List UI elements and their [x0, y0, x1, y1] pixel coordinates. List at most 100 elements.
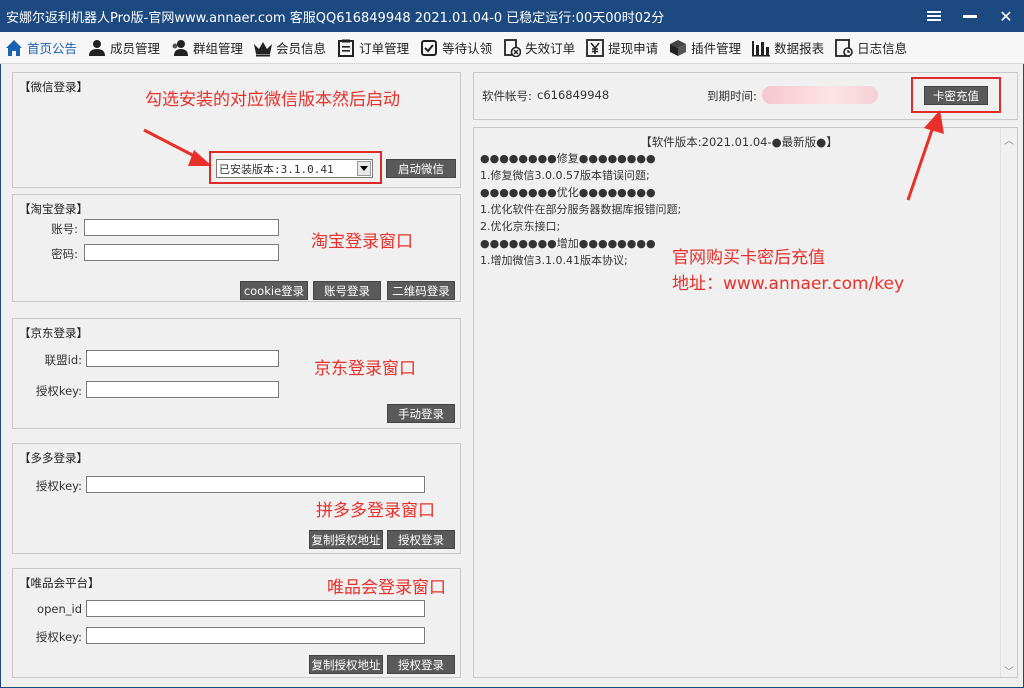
cube-icon: [668, 38, 688, 58]
tab-label: 失效订单: [525, 41, 576, 56]
tab-label: 群组管理: [193, 41, 244, 56]
tab-member-management[interactable]: 成员管理: [83, 32, 166, 64]
title-bar: 安娜尔返利机器人Pro版-官网www.annaer.com 客服QQ616849…: [0, 0, 1024, 32]
list-icon: [336, 38, 356, 58]
tab-label: 提现申请: [608, 41, 659, 56]
jd-union-id-input[interactable]: [86, 350, 279, 367]
copy-auth-url-button[interactable]: 复制授权地址: [309, 655, 383, 674]
menu-button[interactable]: [916, 0, 952, 32]
main-toolbar: 首页公告 成员管理 群组管理 会员信息 订单管理 等待认领 失效订单 提现申请 …: [0, 32, 1024, 64]
wechat-version-select[interactable]: 已安装版本:3.1.0.41: [216, 159, 373, 178]
expire-time-label: 到期时间:: [707, 89, 757, 103]
recharge-annotation-line1: 官网购买卡密后充值: [672, 248, 825, 268]
tab-order-management[interactable]: 订单管理: [332, 32, 415, 64]
notice-line: 1.修复微信3.0.0.57版本错误问题;: [480, 169, 650, 182]
jd-auth-key-input[interactable]: [86, 381, 279, 398]
recharge-annotation-line2: 地址：www.annaer.com/key: [672, 274, 905, 294]
tab-log-info[interactable]: 日志信息: [830, 32, 913, 64]
hamburger-icon: [927, 9, 941, 23]
auth-key-label: 授权key:: [35, 479, 82, 493]
wechat-annotation: 勾选安装的对应微信版本然后启动: [145, 90, 400, 110]
start-wechat-button[interactable]: 启动微信: [386, 159, 456, 178]
tab-label: 插件管理: [691, 41, 742, 56]
handshake-icon: [419, 38, 439, 58]
account-label: 账号:: [51, 222, 78, 236]
panel-title: 【微信登录】: [19, 80, 88, 94]
account-login-button[interactable]: 账号登录: [313, 281, 381, 300]
taobao-annotation: 淘宝登录窗口: [311, 232, 413, 252]
manual-login-button[interactable]: 手动登录: [387, 404, 455, 423]
user-icon: [87, 38, 107, 58]
panel-title: 【淘宝登录】: [19, 202, 88, 216]
selected-version: 已安装版本:3.1.0.41: [219, 162, 334, 176]
card-recharge-button[interactable]: 卡密充值: [924, 86, 988, 105]
vip-open-id-input[interactable]: [86, 600, 425, 617]
scroll-up-icon[interactable]: ︿: [1004, 132, 1014, 147]
password-label: 密码:: [51, 247, 78, 261]
bar-chart-icon: [751, 38, 771, 58]
qrcode-login-button[interactable]: 二维码登录: [387, 281, 455, 300]
union-id-label: 联盟id:: [44, 353, 82, 367]
tab-invalid-orders[interactable]: 失效订单: [498, 32, 581, 64]
close-button[interactable]: ✕: [988, 0, 1024, 32]
tab-data-report[interactable]: 数据报表: [747, 32, 830, 64]
notice-line: 1.增加微信3.1.0.41版本协议;: [480, 254, 628, 267]
notice-line: ●●●●●●●●增加●●●●●●●●: [480, 237, 656, 250]
invalid-order-icon: [502, 38, 522, 58]
pdd-auth-key-input[interactable]: [86, 476, 425, 493]
cookie-login-button[interactable]: cookie登录: [240, 281, 308, 300]
window-controls: ✕: [916, 0, 1024, 32]
tab-pending-claim[interactable]: 等待认领: [415, 32, 498, 64]
panel-title: 【京东登录】: [19, 326, 88, 340]
vertical-scrollbar[interactable]: ︿ ﹀: [1000, 128, 1017, 678]
group-icon: [170, 38, 190, 58]
software-account-value: c616849948: [537, 88, 610, 102]
vip-auth-key-input[interactable]: [86, 627, 425, 644]
vip-annotation: 唯品会登录窗口: [327, 578, 446, 598]
close-icon: ✕: [999, 6, 1013, 26]
taobao-account-input[interactable]: [84, 219, 279, 236]
panel-title: 【多多登录】: [19, 451, 88, 465]
tab-label: 日志信息: [857, 41, 908, 56]
auth-login-button[interactable]: 授权登录: [387, 655, 455, 674]
notice-line: 2.优化京东接口;: [480, 220, 561, 233]
notice-content: ●●●●●●●●修复●●●●●●●● 1.修复微信3.0.0.57版本错误问题;…: [480, 150, 681, 269]
home-icon: [4, 38, 24, 58]
scroll-down-icon[interactable]: ﹀: [1004, 663, 1014, 678]
panel-title: 【唯品会平台】: [19, 576, 100, 590]
chevron-down-icon[interactable]: [357, 161, 371, 176]
tab-home-notice[interactable]: 首页公告: [0, 32, 83, 64]
expire-time-value-redacted: [762, 86, 878, 104]
software-account-label: 软件帐号:: [482, 89, 532, 103]
tab-label: 订单管理: [359, 41, 410, 56]
tab-label: 首页公告: [27, 41, 78, 56]
jd-annotation: 京东登录窗口: [314, 359, 416, 379]
window-title: 安娜尔返利机器人Pro版-官网www.annaer.com 客服QQ616849…: [6, 10, 665, 26]
auth-key-label: 授权key:: [35, 384, 82, 398]
pdd-annotation: 拼多多登录窗口: [316, 501, 435, 521]
notice-line: ●●●●●●●●优化●●●●●●●●: [480, 186, 656, 199]
tab-label: 等待认领: [442, 41, 493, 56]
notice-panel: 【软件版本:2021.01.04-●最新版●】 ●●●●●●●●修复●●●●●●…: [473, 127, 1018, 678]
tab-withdraw-request[interactable]: 提现申请: [581, 32, 664, 64]
log-icon: [834, 38, 854, 58]
auth-key-label: 授权key:: [35, 630, 82, 644]
tab-plugin-management[interactable]: 插件管理: [664, 32, 747, 64]
annotation-arrow-icon: [906, 110, 944, 201]
taobao-password-input[interactable]: [84, 244, 279, 261]
tab-label: 会员信息: [276, 41, 327, 56]
minimize-icon: [963, 14, 977, 18]
open-id-label: open_id: [37, 602, 82, 616]
annotation-arrow-icon: [143, 128, 212, 166]
copy-auth-url-button[interactable]: 复制授权地址: [309, 530, 383, 549]
yuan-icon: [585, 38, 605, 58]
crown-icon: [253, 38, 273, 58]
auth-login-button[interactable]: 授权登录: [387, 530, 455, 549]
notice-line: 1.优化软件在部分服务器数据库报错问题;: [480, 203, 682, 216]
minimize-button[interactable]: [952, 0, 988, 32]
notice-line: ●●●●●●●●修复●●●●●●●●: [480, 152, 656, 165]
tab-label: 成员管理: [110, 41, 161, 56]
tab-member-info[interactable]: 会员信息: [249, 32, 332, 64]
tab-label: 数据报表: [774, 41, 825, 56]
tab-group-management[interactable]: 群组管理: [166, 32, 249, 64]
